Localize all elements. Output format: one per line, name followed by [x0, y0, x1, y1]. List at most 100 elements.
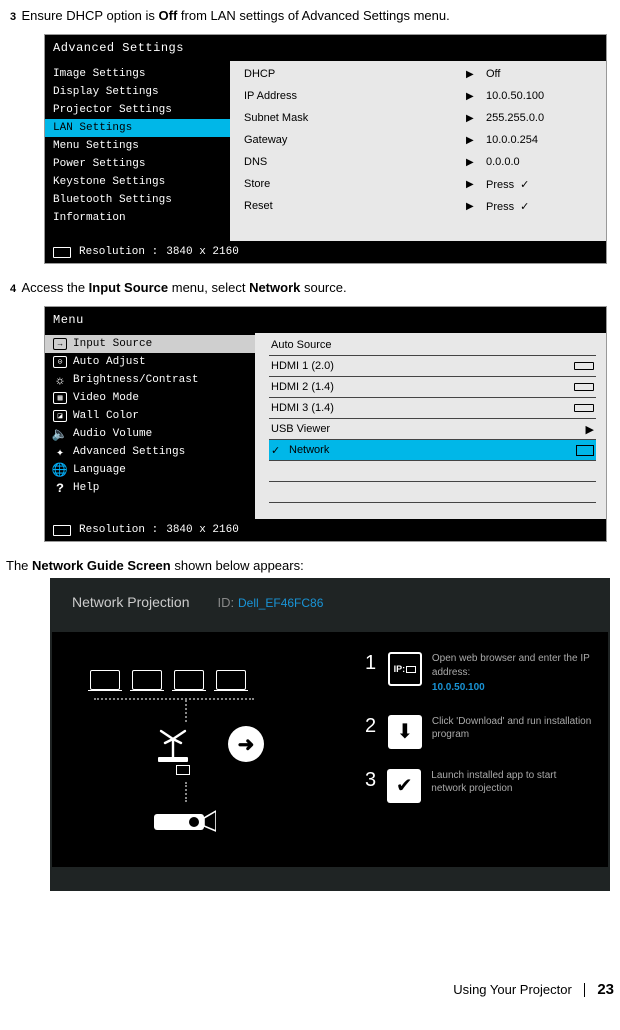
page-number: 23 [597, 981, 614, 998]
chevron-right-icon: ▶ [466, 157, 486, 168]
setting-row-reset[interactable]: Reset▶Press✓ [244, 195, 596, 217]
menu-item-advanced-settings[interactable]: ✦Advanced Settings [45, 443, 255, 461]
text: from LAN settings of Advanced Settings m… [177, 8, 449, 23]
chevron-right-icon: ▶ [466, 113, 486, 124]
chevron-right-icon: ▶ [466, 201, 486, 212]
step-description: Open web browser and enter the IP addres… [432, 653, 590, 678]
resolution-label: Resolution : [79, 524, 158, 536]
help-icon: ? [53, 482, 67, 494]
footer-text: Using Your Projector [453, 982, 572, 997]
gear-icon: ✦ [53, 446, 67, 458]
sun-icon: ☼ [53, 374, 67, 386]
menu-item-auto-adjust[interactable]: ⊙Auto Adjust [45, 353, 255, 371]
step-description: Launch installed app to start network pr… [431, 769, 592, 796]
resolution-value: 3840 x 2160 [166, 246, 239, 258]
network-guide-intro: The Network Guide Screen shown below app… [6, 558, 614, 573]
step-number: 2 [365, 715, 378, 738]
sidebar-item-menu-settings[interactable]: Menu Settings [45, 137, 230, 155]
bold-text: Network Guide Screen [32, 558, 171, 573]
setting-row-store[interactable]: Store▶Press✓ [244, 173, 596, 195]
chevron-right-icon: ▶ [466, 179, 486, 190]
advanced-settings-panel: Advanced Settings Image Settings Display… [38, 28, 613, 270]
menu-item-audio-volume[interactable]: 🔈Audio Volume [45, 425, 255, 443]
source-empty [269, 482, 596, 503]
check-icon: ✓ [520, 201, 529, 213]
panel-title: Advanced Settings [45, 35, 606, 61]
menu-item-help[interactable]: ?Help [45, 479, 255, 497]
hdmi-port-icon [574, 383, 594, 391]
chevron-right-icon: ▶ [466, 91, 486, 102]
id-label: ID: [218, 595, 235, 610]
step-number: 4 [10, 283, 16, 295]
bold-text: Input Source [89, 280, 168, 295]
input-icon: → [53, 338, 67, 350]
id-value: Dell_EF46FC86 [238, 596, 323, 610]
network-diagram: ➜ [72, 652, 357, 837]
net-step-2: 2 ⬇ Click 'Download' and run installatio… [365, 715, 592, 749]
text: menu, select [168, 280, 249, 295]
resolution-label: Resolution : [79, 246, 158, 258]
router-icon [150, 729, 196, 759]
step-number: 3 [10, 11, 16, 23]
source-network[interactable]: ✓Network [269, 440, 596, 461]
chevron-right-icon: ▶ [586, 423, 594, 436]
menu-panel: Menu →Input Source ⊙Auto Adjust ☼Brightn… [38, 300, 613, 548]
panel-title: Menu [45, 307, 606, 333]
sidebar-item-bluetooth-settings[interactable]: Bluetooth Settings [45, 191, 230, 209]
text: Ensure DHCP option is [21, 8, 158, 23]
setting-row-dns[interactable]: DNS▶0.0.0.0 [244, 151, 596, 173]
sidebar-item-image-settings[interactable]: Image Settings [45, 65, 230, 83]
setting-row-dhcp[interactable]: DHCP▶Off [244, 63, 596, 85]
setting-row-ip[interactable]: IP Address▶10.0.50.100 [244, 85, 596, 107]
sidebar-item-power-settings[interactable]: Power Settings [45, 155, 230, 173]
input-source-content: Auto Source HDMI 1 (2.0) HDMI 2 (1.4) HD… [255, 333, 606, 519]
resolution-value: 3840 x 2160 [166, 524, 239, 536]
check-icon: ✓ [271, 444, 289, 457]
resolution-footer: Resolution : 3840 x 2160 [45, 519, 606, 541]
menu-item-input-source[interactable]: →Input Source [45, 335, 255, 353]
text: The [6, 558, 32, 573]
source-hdmi3[interactable]: HDMI 3 (1.4) [269, 398, 596, 419]
menu-item-language[interactable]: 🌐Language [45, 461, 255, 479]
divider [584, 983, 586, 997]
menu-item-brightness-contrast[interactable]: ☼Brightness/Contrast [45, 371, 255, 389]
chevron-right-icon: ▶ [466, 69, 486, 80]
sidebar-item-information[interactable]: Information [45, 209, 230, 227]
menu-item-wall-color[interactable]: ◪Wall Color [45, 407, 255, 425]
text: Access the [21, 280, 88, 295]
net-step-1: 1 IP: Open web browser and enter the IP … [365, 652, 592, 695]
sidebar-item-keystone-settings[interactable]: Keystone Settings [45, 173, 230, 191]
source-hdmi1[interactable]: HDMI 1 (2.0) [269, 356, 596, 377]
speaker-icon: 🔈 [53, 428, 67, 440]
lan-settings-content: DHCP▶Off IP Address▶10.0.50.100 Subnet M… [230, 61, 606, 241]
hdmi-port-icon [574, 404, 594, 412]
step-3-instruction: 3 Ensure DHCP option is Off from LAN set… [10, 8, 614, 23]
step-description: Click 'Download' and run installation pr… [432, 715, 592, 742]
network-steps: 1 IP: Open web browser and enter the IP … [357, 652, 592, 837]
checkmark-icon: ✔ [387, 769, 421, 803]
source-usb-viewer[interactable]: USB Viewer▶ [269, 419, 596, 440]
sidebar-item-lan-settings[interactable]: LAN Settings [45, 119, 230, 137]
sidebar-item-projector-settings[interactable]: Projector Settings [45, 101, 230, 119]
menu-sidebar: →Input Source ⊙Auto Adjust ☼Brightness/C… [45, 333, 255, 519]
laptop-icon [216, 670, 246, 690]
chevron-right-icon: ▶ [466, 135, 486, 146]
source-hdmi2[interactable]: HDMI 2 (1.4) [269, 377, 596, 398]
bold-text: Network [249, 280, 300, 295]
target-icon: ⊙ [53, 356, 67, 368]
arrow-right-circle-icon: ➜ [228, 726, 264, 762]
setting-row-subnet[interactable]: Subnet Mask▶255.255.0.0 [244, 107, 596, 129]
connection-line [185, 700, 357, 722]
menu-item-video-mode[interactable]: ▦Video Mode [45, 389, 255, 407]
bold-text: Off [159, 8, 178, 23]
check-icon: ✓ [520, 179, 529, 191]
laptop-icon [132, 670, 162, 690]
globe-icon: 🌐 [53, 464, 67, 476]
source-auto[interactable]: Auto Source [269, 335, 596, 356]
laptop-icon [90, 670, 120, 690]
setting-row-gateway[interactable]: Gateway▶10.0.0.254 [244, 129, 596, 151]
step-4-instruction: 4 Access the Input Source menu, select N… [10, 280, 614, 295]
sidebar-item-display-settings[interactable]: Display Settings [45, 83, 230, 101]
ip-address-value: 10.0.50.100 [432, 681, 592, 695]
download-icon: ⬇ [388, 715, 422, 749]
